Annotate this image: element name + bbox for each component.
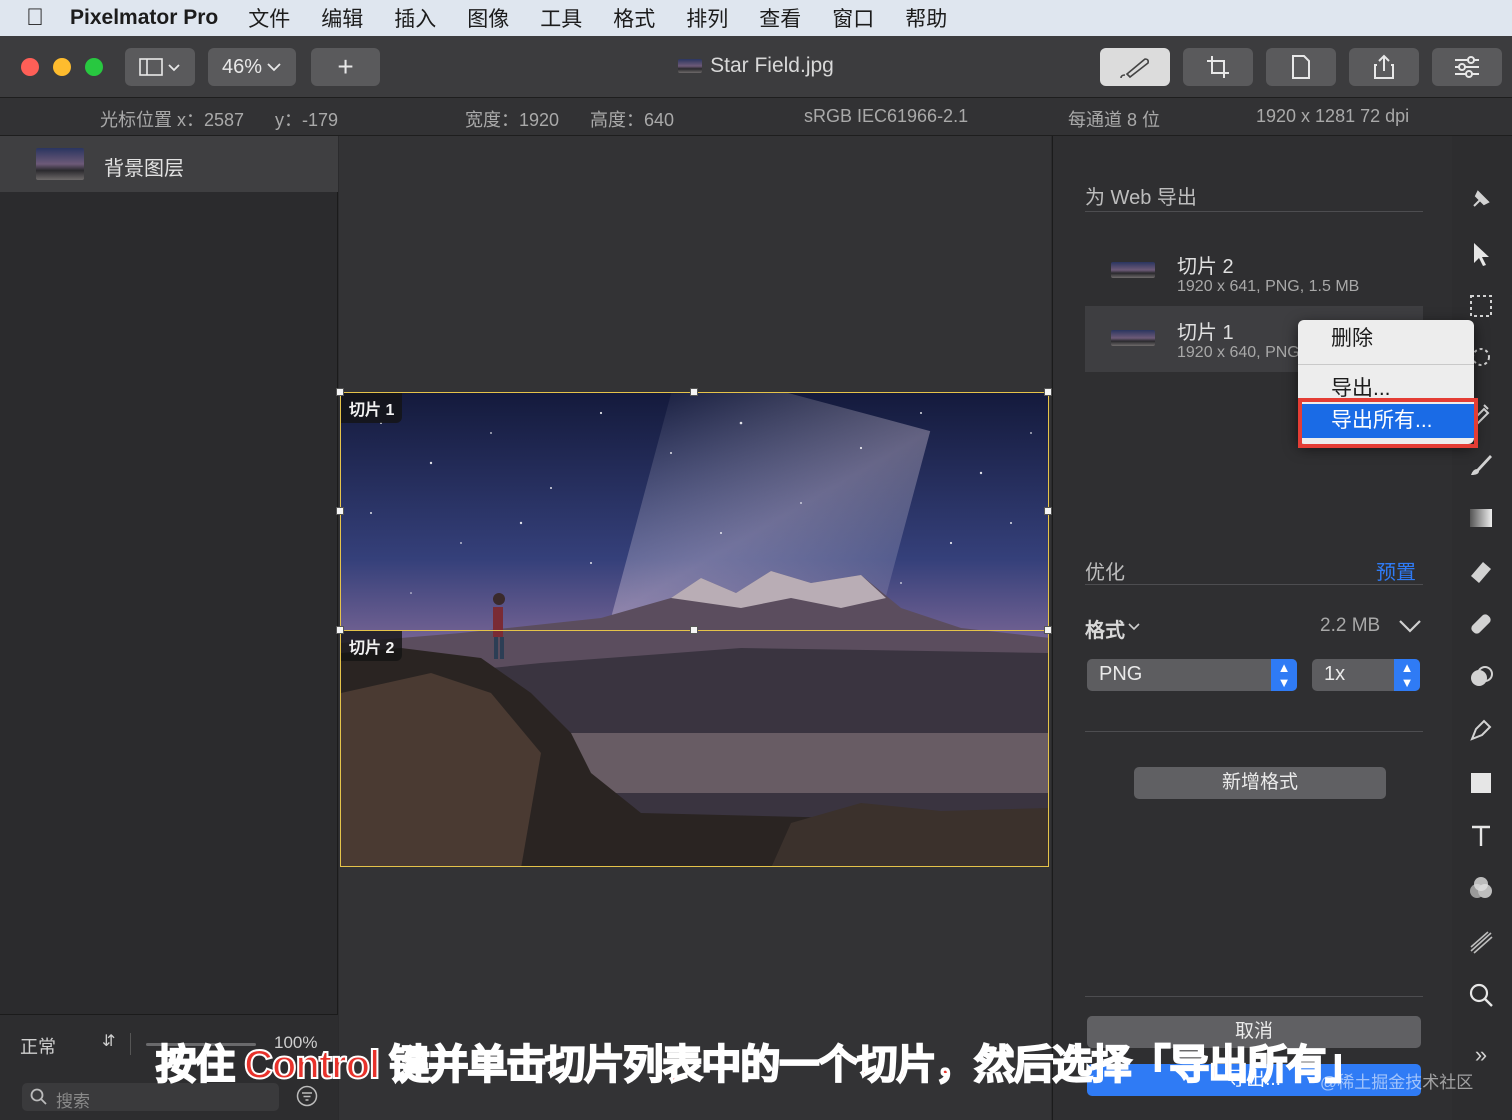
menu-item-delete[interactable]: 删除 xyxy=(1298,322,1474,356)
sliders-icon xyxy=(1455,56,1479,78)
resize-handle[interactable] xyxy=(690,626,698,634)
slice-info: 1920 x 640, PNG xyxy=(1177,344,1300,361)
share-icon xyxy=(1374,54,1394,79)
slice-info: 1920 x 641, PNG, 1.5 MB xyxy=(1177,278,1360,295)
menu-view[interactable]: 查看 xyxy=(759,3,801,33)
page-icon xyxy=(1292,55,1310,79)
divider xyxy=(130,1033,131,1055)
scale-select[interactable]: 1x ▲ ▼ xyxy=(1312,659,1420,691)
layers-panel: 背景图层 xyxy=(0,136,338,1120)
menu-separator xyxy=(1298,364,1474,365)
document-thumbnail xyxy=(678,59,703,74)
slice-thumbnail xyxy=(1111,262,1155,278)
slice-name: 切片 1 xyxy=(1177,322,1234,344)
resize-handle[interactable] xyxy=(690,388,698,396)
format-label[interactable]: 格式 xyxy=(1085,614,1125,643)
chevron-updown-icon[interactable]: ⇵ xyxy=(102,1031,115,1051)
menu-image[interactable]: 图像 xyxy=(467,3,509,33)
menu-edit[interactable]: 编辑 xyxy=(321,3,363,33)
gradient-icon[interactable] xyxy=(1462,505,1500,543)
slice-2-label[interactable]: 切片 2 xyxy=(341,631,403,661)
blend-mode-select[interactable]: 正常 xyxy=(20,1033,56,1059)
slice-1-label[interactable]: 切片 1 xyxy=(341,393,403,423)
select-stepper-icon: ▲ ▼ xyxy=(1394,659,1420,691)
color-adjust-icon[interactable] xyxy=(1462,876,1500,914)
menu-tools[interactable]: 工具 xyxy=(540,3,582,33)
add-format-button[interactable]: 新增格式 xyxy=(1134,767,1386,799)
resize-handle[interactable] xyxy=(336,388,344,396)
resize-handle[interactable] xyxy=(336,507,344,515)
menu-arrange[interactable]: 排列 xyxy=(686,3,728,33)
optimize-title: 优化 xyxy=(1085,562,1125,584)
share-button[interactable] xyxy=(1349,48,1419,86)
adjustments-button[interactable] xyxy=(1432,48,1502,86)
apple-icon[interactable]:  xyxy=(0,4,70,32)
cursor-x-readout: 光标位置 x：2587 xyxy=(100,110,245,130)
resize-handle[interactable] xyxy=(1044,507,1052,515)
watermark: @稀土掘金技术社区 xyxy=(1320,1073,1474,1092)
select-stepper-icon: ▲ ▼ xyxy=(1271,659,1297,691)
resize-handle[interactable] xyxy=(336,626,344,634)
width-readout: 宽度：1920 xyxy=(465,110,560,130)
format-value: PNG xyxy=(1099,663,1143,685)
document-button[interactable] xyxy=(1266,48,1336,86)
divider xyxy=(1085,584,1423,585)
height-readout: 高度：640 xyxy=(590,110,675,130)
file-size: 2.2 MB xyxy=(1320,615,1381,636)
presets-link[interactable]: 预置 xyxy=(1376,556,1416,585)
clone-icon[interactable] xyxy=(1462,664,1500,702)
menu-format[interactable]: 格式 xyxy=(613,3,655,33)
effects-icon[interactable] xyxy=(1462,929,1500,967)
pen-icon[interactable] xyxy=(1462,717,1500,755)
menu-file[interactable]: 文件 xyxy=(248,3,290,33)
resize-handle[interactable] xyxy=(1044,388,1052,396)
image-resolution: 1920 x 1281 72 dpi xyxy=(1256,106,1410,126)
color-profile: sRGB IEC61966-2.1 xyxy=(804,106,969,126)
search-placeholder: 搜索 xyxy=(56,1092,90,1111)
divider xyxy=(1085,996,1423,997)
format-select[interactable]: PNG ▲ ▼ xyxy=(1087,659,1297,691)
menu-window[interactable]: 窗口 xyxy=(832,3,874,33)
search-icon xyxy=(30,1088,47,1105)
slice-thumbnail xyxy=(1111,330,1155,346)
brush-icon[interactable] xyxy=(1462,452,1500,490)
crop-button[interactable] xyxy=(1183,48,1253,86)
repair-icon[interactable] xyxy=(1462,611,1500,649)
layer-name: 背景图层 xyxy=(104,158,184,180)
collapse-chevron-icon[interactable] xyxy=(1398,618,1422,634)
cursor-y-readout: y：-179 xyxy=(275,110,339,130)
panel-title: 为 Web 导出 xyxy=(1085,187,1197,209)
layer-row[interactable]: 背景图层 xyxy=(0,136,338,192)
shape-icon[interactable] xyxy=(1462,770,1500,808)
crop-icon xyxy=(1207,56,1229,78)
info-bar: 光标位置 x：2587 y：-179 宽度：1920 高度：640 sRGB I… xyxy=(0,98,1512,136)
arrow-icon[interactable] xyxy=(1462,240,1500,278)
scale-value: 1x xyxy=(1324,663,1346,685)
brush-tool-icon xyxy=(1120,58,1149,79)
highlight-box xyxy=(1298,398,1478,448)
tools-button[interactable] xyxy=(1100,48,1170,86)
layer-thumbnail xyxy=(36,148,84,180)
menu-help[interactable]: 帮助 xyxy=(905,3,947,33)
slice-name: 切片 2 xyxy=(1177,256,1234,278)
divider xyxy=(1085,211,1423,212)
pin-icon[interactable] xyxy=(1462,186,1500,224)
chevron-down-icon[interactable] xyxy=(1128,622,1140,632)
divider xyxy=(1085,731,1423,732)
slice-list-item[interactable]: 切片 2 1920 x 641, PNG, 1.5 MB xyxy=(1085,240,1423,306)
zoom-icon[interactable] xyxy=(1462,982,1500,1020)
bit-depth: 每通道 8 位 xyxy=(1068,110,1161,130)
menu-bar:  Pixelmator Pro 文件 编辑 插入 图像 工具 格式 排列 查看… xyxy=(0,0,1512,36)
resize-handle[interactable] xyxy=(1044,626,1052,634)
app-menu[interactable]: Pixelmator Pro xyxy=(70,6,218,30)
menu-insert[interactable]: 插入 xyxy=(394,3,436,33)
text-icon[interactable] xyxy=(1462,823,1500,861)
document-title-text: Star Field.jpg xyxy=(710,54,834,77)
eraser-icon[interactable] xyxy=(1462,558,1500,596)
tutorial-caption: 按住 Control 键并单击切片列表中的一个切片，然后选择「导出所有」 xyxy=(155,1042,1366,1088)
